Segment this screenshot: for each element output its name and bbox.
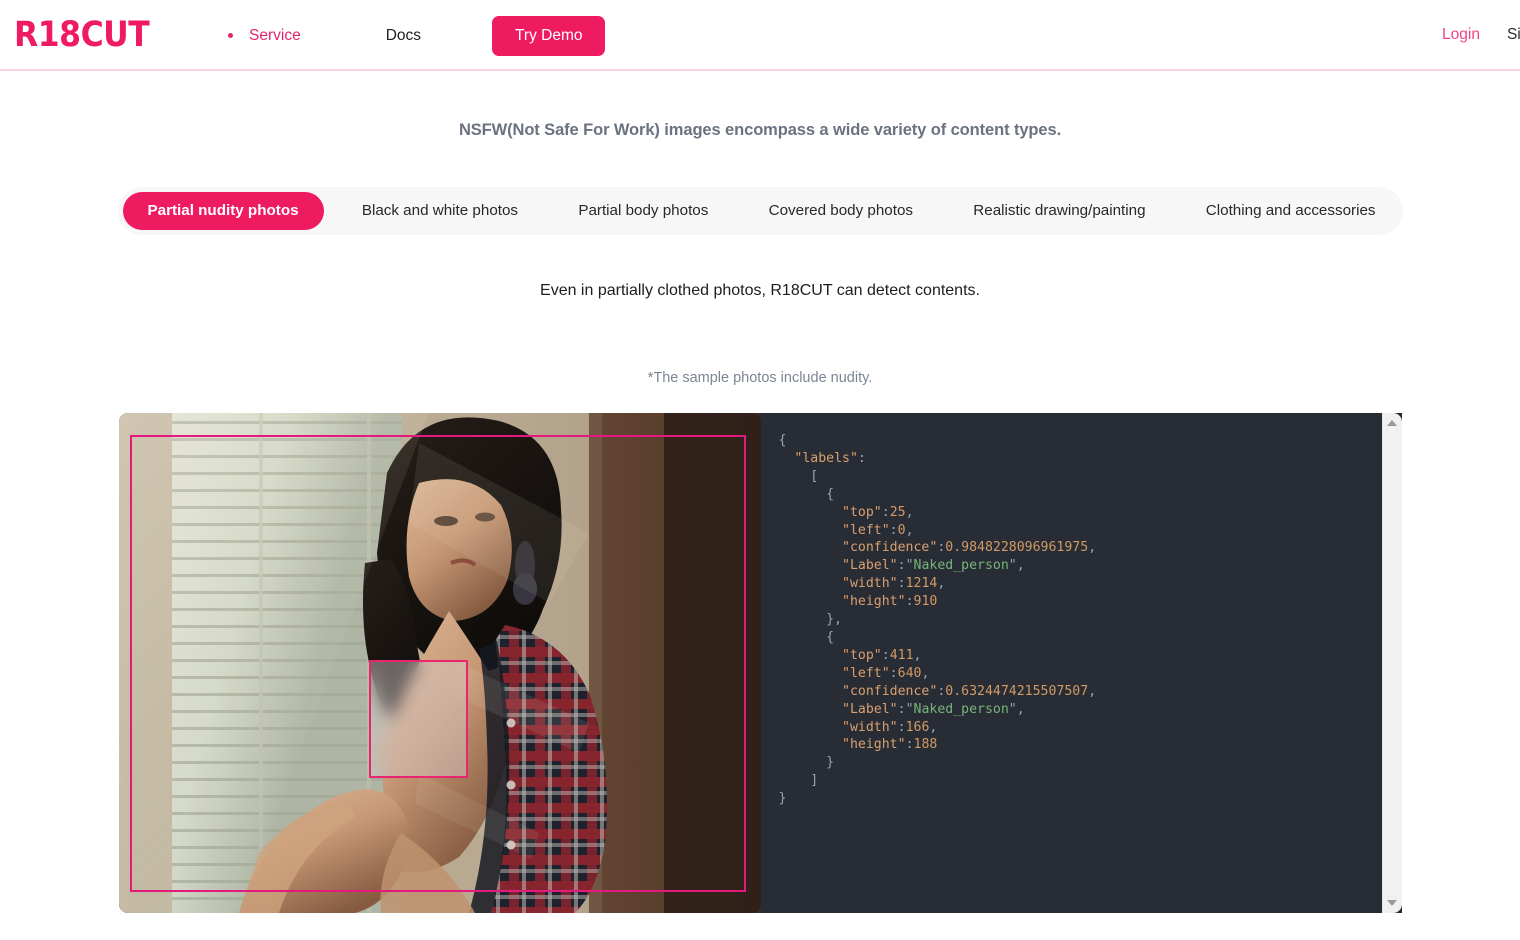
tab-partial-nudity-photos[interactable]: Partial nudity photos bbox=[122, 192, 324, 230]
label-0-confidence: 0.9848228096961975 bbox=[945, 540, 1089, 556]
tab-description: Even in partially clothed photos, R18CUT… bbox=[540, 282, 980, 299]
label-1-label: Naked_person bbox=[913, 701, 1009, 717]
login-link[interactable]: Login bbox=[1442, 26, 1480, 44]
site-header: R18CUT Service Docs Try Demo Login Sign bbox=[0, 0, 1520, 71]
brand-logo[interactable]: R18CUT bbox=[14, 15, 150, 55]
tab-clothing-and-accessories[interactable]: Clothing and accessories bbox=[1184, 192, 1398, 230]
detection-result-json: { "labels": [ { "top":25, "left":0, "con… bbox=[778, 433, 1097, 807]
nav-item-service-label: Service bbox=[249, 26, 301, 44]
nudity-disclaimer: *The sample photos include nudity. bbox=[647, 370, 873, 386]
label-1-confidence: 0.6324474215507507 bbox=[945, 683, 1089, 699]
scroll-up-arrow-icon[interactable] bbox=[1387, 420, 1397, 426]
nav-item-service[interactable]: Service bbox=[228, 27, 301, 45]
tab-realistic-drawing-painting[interactable]: Realistic drawing/painting bbox=[951, 192, 1167, 230]
auth-links: Login Sign bbox=[1442, 26, 1520, 44]
label-0-label: Naked_person bbox=[913, 558, 1009, 574]
label-0-width: 1214 bbox=[905, 576, 938, 592]
detection-result-pane: { "labels": [ { "top":25, "left":0, "con… bbox=[760, 413, 1402, 913]
label-1-left: 640 bbox=[897, 665, 922, 681]
scroll-down-arrow-icon[interactable] bbox=[1387, 900, 1397, 906]
category-tabbar-wrapper: Partial nudity photos Black and white ph… bbox=[117, 187, 1403, 235]
main-nav: Service Docs Try Demo bbox=[228, 0, 606, 71]
demo-panel: { "labels": [ { "top":25, "left":0, "con… bbox=[118, 413, 1402, 913]
signup-link[interactable]: Sign bbox=[1507, 26, 1520, 44]
label-0-left: 0 bbox=[897, 522, 906, 538]
try-demo-button[interactable]: Try Demo bbox=[492, 15, 606, 56]
label-0-top: 25 bbox=[889, 504, 906, 520]
nav-item-docs[interactable]: Docs bbox=[386, 27, 421, 45]
label-1-height: 188 bbox=[913, 737, 938, 753]
main-content: NSFW(Not Safe For Work) images encompass… bbox=[0, 121, 1520, 913]
tab-partial-body-photos[interactable]: Partial body photos bbox=[556, 192, 730, 230]
lead-text: NSFW(Not Safe For Work) images encompass… bbox=[458, 121, 1062, 139]
category-tabbar: Partial nudity photos Black and white ph… bbox=[117, 187, 1403, 235]
result-scrollbar[interactable] bbox=[1381, 413, 1402, 913]
label-1-width: 166 bbox=[905, 719, 930, 735]
tab-black-and-white-photos[interactable]: Black and white photos bbox=[340, 192, 540, 230]
label-1-top: 411 bbox=[889, 647, 914, 663]
nav-item-docs-label: Docs bbox=[385, 26, 422, 44]
label-0-height: 910 bbox=[913, 594, 938, 610]
sample-photo-pane bbox=[118, 413, 761, 913]
tab-covered-body-photos[interactable]: Covered body photos bbox=[747, 192, 935, 230]
scrollbar-thumb[interactable] bbox=[1384, 431, 1401, 895]
sample-photo bbox=[118, 413, 761, 913]
active-dot-icon bbox=[228, 33, 233, 38]
